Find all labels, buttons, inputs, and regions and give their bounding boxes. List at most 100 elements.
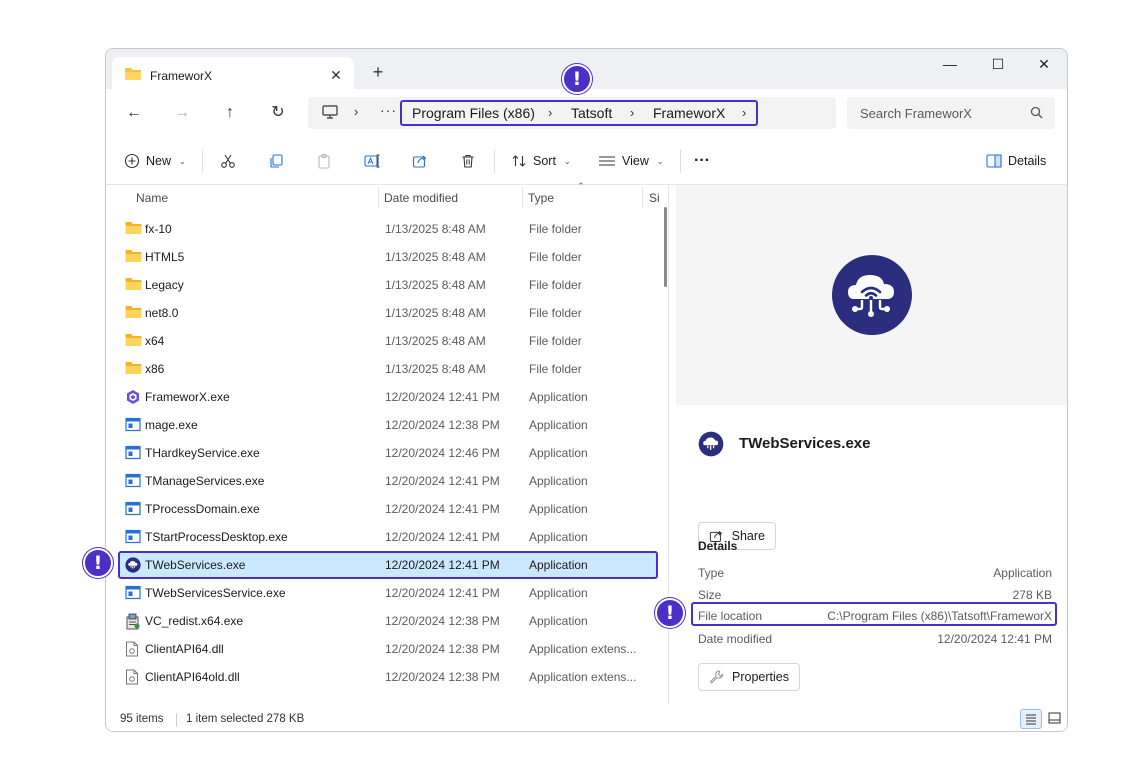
callout-marker-selected-file: ! [83,548,113,578]
sort-button[interactable]: Sort ⌄ [511,151,571,171]
new-button[interactable]: New ⌄ [124,151,186,171]
file-name: FrameworX.exe [145,390,230,404]
cloud-service-icon [698,431,724,457]
chevron-right-icon[interactable]: › [630,105,634,120]
file-location-value: C:\Program Files (x86)\Tatsoft\FrameworX [827,609,1052,623]
tiles-view-button[interactable] [1044,709,1066,729]
file-name: THardkeyService.exe [145,446,260,460]
chevron-down-icon: ⌄ [656,156,664,166]
app-window-icon [125,417,141,435]
cut-button[interactable] [220,151,236,171]
file-row-selected[interactable]: TWebServices.exe 12/20/2024 12:41 PM Appli… [118,551,658,579]
chevron-right-icon[interactable]: › [742,105,746,120]
close-tab-icon[interactable]: ✕ [326,65,346,85]
file-name: VC_redist.x64.exe [145,614,244,628]
chevron-down-icon: ⌄ [179,156,186,166]
file-row[interactable]: TStartProcessDesktop.exe 12/20/2024 12:41… [118,523,658,551]
type-value: Application [993,566,1052,580]
file-row[interactable]: fx-10 1/13/2025 8:48 AM File folder [118,215,658,243]
share-button[interactable] [412,151,428,171]
paste-button[interactable] [316,151,332,171]
minimize-button[interactable]: — [927,49,973,81]
file-name: x64 [145,334,165,348]
file-type: Application [529,614,588,628]
folder-icon [125,305,142,322]
file-name: Legacy [145,278,184,292]
file-explorer-window: FrameworX ✕ + — ☐ ✕ ← → ↑ ↻ › ··· Progra… [105,48,1068,732]
breadcrumb-program-files[interactable]: Program Files (x86) [412,105,535,121]
file-name: fx-10 [145,222,172,236]
file-date: 12/20/2024 12:41 PM [385,530,500,544]
installer-icon [125,613,141,633]
delete-button[interactable] [460,151,476,171]
rename-button[interactable] [364,151,381,171]
column-header-type[interactable]: Type [528,191,554,205]
file-row[interactable]: x86 1/13/2025 8:48 AM File folder [118,355,658,383]
selected-file-title: TWebServices.exe [739,435,871,452]
file-row[interactable]: VC_redist.x64.exe 12/20/2024 12:38 PM Appl… [118,607,658,635]
cloud-service-icon [125,557,141,576]
file-name: TWebServicesService.exe [145,586,286,600]
file-row[interactable]: TWebServicesService.exe 12/20/2024 12:41 … [118,579,658,607]
back-button[interactable]: ← [120,101,148,125]
file-type: Application [529,530,588,544]
folder-icon [125,277,142,294]
file-location-key: File location [698,609,763,623]
properties-button[interactable]: Properties [698,663,800,691]
more-options-button[interactable]: ··· [694,151,710,171]
file-row[interactable]: TProcessDomain.exe 12/20/2024 12:41 PM App… [118,495,658,523]
details-view-button[interactable] [1020,709,1042,729]
up-button[interactable]: ↑ [216,101,244,125]
hidden-path-button[interactable]: ··· [380,102,397,118]
list-view-icon [1026,714,1036,725]
new-tab-button[interactable]: + [368,63,388,83]
item-count: 95 items [120,713,164,725]
breadcrumb-tatsoft[interactable]: Tatsoft [571,105,612,121]
file-row[interactable]: ClientAPI64.dll 12/20/2024 12:38 PM Applic… [118,635,658,663]
details-section-heading: Details [698,539,738,553]
wrench-icon [710,670,724,684]
file-row[interactable]: ClientAPI64old.dll 12/20/2024 12:38 PM App… [118,663,658,691]
file-row[interactable]: TManageServices.exe 12/20/2024 12:41 PM Ap… [118,467,658,495]
file-row[interactable]: Legacy 1/13/2025 8:48 AM File folder [118,271,658,299]
clipboard-icon [318,153,330,169]
refresh-button[interactable]: ↻ [264,101,292,125]
command-bar: New ⌄ Sort ⌄ View ⌄ ··· Details [106,137,1067,185]
properties-label: Properties [732,670,789,684]
app-window-icon [125,585,141,603]
scissors-icon [221,154,235,168]
view-button[interactable]: View ⌄ [598,151,664,171]
file-name: TStartProcessDesktop.exe [145,530,288,544]
file-type: File folder [529,306,582,320]
file-date: 12/20/2024 12:41 PM [385,558,500,572]
file-row[interactable]: FrameworX.exe 12/20/2024 12:41 PM Applicat… [118,383,658,411]
callout-marker-file-location: ! [655,598,685,628]
file-type: Application [529,558,588,572]
monitor-icon [322,105,338,123]
breadcrumb-frameworx[interactable]: FrameworX [653,105,725,121]
file-date: 12/20/2024 12:41 PM [385,586,500,600]
close-window-button[interactable]: ✕ [1021,49,1067,81]
details-pane-button[interactable]: Details [986,151,1046,171]
file-type: Application [529,390,588,404]
copy-button[interactable] [268,151,284,171]
column-header-name[interactable]: Name [136,191,168,205]
file-row[interactable]: net8.0 1/13/2025 8:48 AM File folder [118,299,658,327]
column-header-date[interactable]: Date modified [384,191,458,205]
vertical-scrollbar[interactable] [664,207,667,287]
file-row[interactable]: mage.exe 12/20/2024 12:38 PM Application [118,411,658,439]
plus-circle-icon [124,153,140,169]
file-row[interactable]: x64 1/13/2025 8:48 AM File folder [118,327,658,355]
file-row[interactable]: HTML5 1/13/2025 8:48 AM File folder [118,243,658,271]
maximize-button[interactable]: ☐ [975,49,1021,81]
file-name: TWebServices.exe [145,558,246,572]
folder-icon [125,249,142,266]
forward-button[interactable]: → [168,101,196,125]
chevron-right-icon[interactable]: › [548,105,552,120]
search-box[interactable]: Search FrameworX [847,97,1055,129]
column-header-size[interactable]: Si [649,191,660,205]
file-name: mage.exe [145,418,198,432]
folder-icon [124,66,142,85]
file-row[interactable]: THardkeyService.exe 12/20/2024 12:46 PM Ap… [118,439,658,467]
file-type: File folder [529,334,582,348]
